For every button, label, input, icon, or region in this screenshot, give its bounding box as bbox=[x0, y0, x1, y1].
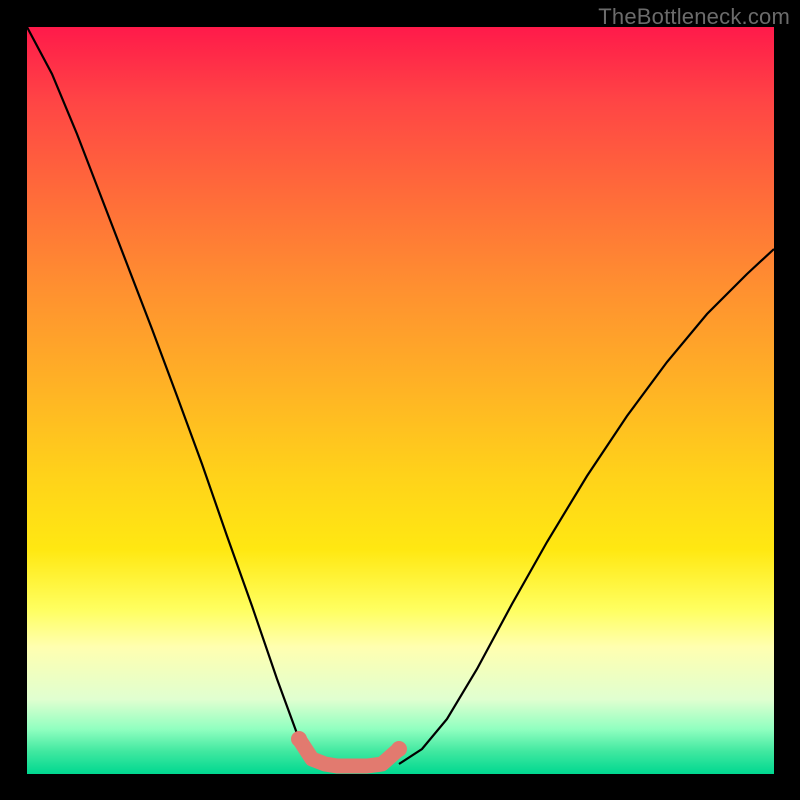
left-curve bbox=[27, 27, 325, 764]
chart-plot-area bbox=[27, 27, 774, 774]
valley-highlight bbox=[299, 739, 399, 766]
right-curve bbox=[399, 249, 774, 764]
valley-endpoint-right bbox=[391, 741, 407, 757]
watermark-text: TheBottleneck.com bbox=[598, 4, 790, 30]
chart-svg bbox=[27, 27, 774, 774]
valley-endpoint-left bbox=[291, 731, 307, 747]
